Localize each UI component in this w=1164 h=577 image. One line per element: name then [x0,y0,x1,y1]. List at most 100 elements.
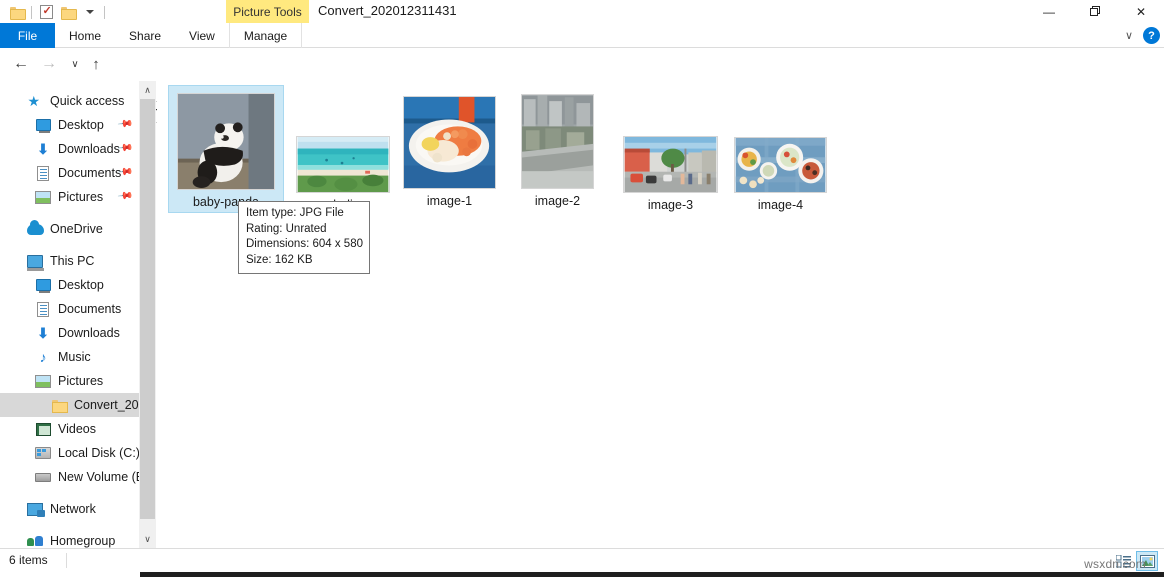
up-button[interactable]: ↑ [85,53,107,75]
image-2-thumbnail [521,94,594,189]
item-count-label: 6 items [9,553,48,567]
sidebar-item-desktop[interactable]: Desktop 📌 [0,113,139,137]
image-4-thumbnail [734,137,827,193]
sidebar-item-documents[interactable]: Documents 📌 [0,161,139,185]
qat-new-folder-button[interactable] [57,2,79,22]
ribbon-tab-bar: File Home Share View Manage ∨ ? [0,23,1164,48]
window-title: Convert_202012311431 [318,3,457,18]
sidebar-item-convert-folder[interactable]: Convert_20201 [0,393,139,417]
file-item-baby-panda[interactable]: baby-panda [168,85,284,213]
sidebar-item-homegroup[interactable]: Homegroup [0,529,139,548]
restore-button[interactable] [1072,0,1118,23]
download-icon: ⬇ [34,325,52,341]
minimize-button[interactable]: — [1026,0,1072,23]
scrollbar-thumb[interactable] [140,99,155,519]
tab-share[interactable]: Share [115,23,175,48]
file-item-image-2[interactable]: image-2 [513,85,602,211]
tooltip-line-size: Size: 162 KB [246,253,363,269]
sidebar-item-pc-videos[interactable]: Videos [0,417,139,441]
sidebar-item-pc-downloads[interactable]: ⬇ Downloads [0,321,139,345]
tooltip-line-dimensions: Dimensions: 604 x 580 [246,237,363,253]
tab-manage[interactable]: Manage [229,23,302,48]
sidebar-item-local-disk-c[interactable]: Local Disk (C:) [0,441,139,465]
file-name: image-3 [623,198,718,212]
new-folder-icon [61,6,76,18]
tab-home[interactable]: Home [55,23,115,48]
chevron-down-icon [86,10,94,14]
scroll-down-arrow-icon[interactable]: ∨ [139,530,156,548]
help-button[interactable]: ? [1143,27,1160,44]
network-icon [26,501,44,517]
close-button[interactable]: ✕ [1118,0,1164,23]
download-icon: ⬇ [34,141,52,157]
sidebar-item-pc-desktop[interactable]: Desktop [0,273,139,297]
title-bar: Picture Tools Convert_202012311431 — ✕ [0,0,1164,23]
sidebar-item-label: Quick access [50,94,124,108]
ribbon-tabs: File Home Share View Manage [0,23,302,48]
image-3-thumbnail [623,136,718,193]
document-icon [34,165,52,181]
tab-view[interactable]: View [175,23,229,48]
recent-locations-button[interactable]: ∨ [64,53,86,75]
sidebar-item-label: Downloads [58,326,120,340]
sidebar-item-label: Desktop [58,118,104,132]
thumbnail [734,93,827,193]
restore-icon [1090,6,1101,17]
music-icon: ♪ [34,349,52,365]
navigation-pane-scrollbar[interactable]: ∧ ∨ [139,81,156,548]
scroll-up-arrow-icon[interactable]: ∧ [139,81,156,99]
sidebar-item-downloads[interactable]: ⬇ Downloads 📌 [0,137,139,161]
qat-properties-button[interactable] [35,2,57,22]
properties-icon [40,5,53,19]
homegroup-icon [26,533,44,548]
sidebar-item-quick-access[interactable]: ★ Quick access [0,89,139,113]
thumbnail [623,93,718,193]
sidebar-item-label: Documents [58,166,121,180]
sidebar-item-label: Music [58,350,91,364]
pc-icon [26,253,44,269]
sidebar-item-this-pc[interactable]: This PC [0,249,139,273]
address-bar: ← → ∨ ↑ › This PC › Pictures › Convert_2… [0,48,1164,79]
expand-ribbon-chevron-icon[interactable]: ∨ [1125,29,1133,42]
sidebar-item-pc-pictures[interactable]: Pictures [0,369,139,393]
forward-button[interactable]: → [38,53,60,75]
ribbon-right-controls: ∨ ? [1125,23,1160,48]
sidebar-item-label: This PC [50,254,94,268]
sidebar-item-label: Downloads [58,142,120,156]
qat-folder-button[interactable] [6,2,28,22]
sidebar-item-pc-music[interactable]: ♪ Music [0,345,139,369]
thumbnail [177,90,275,190]
sidebar-item-network[interactable]: Network [0,497,139,521]
sidebar-item-label: Documents [58,302,121,316]
sidebar-item-label: Pictures [58,374,103,388]
back-button[interactable]: ← [10,53,32,75]
folder-icon [50,397,68,413]
sidebar-item-onedrive[interactable]: OneDrive [0,217,139,241]
folder-icon [10,6,25,18]
navigation-pane[interactable]: ★ Quick access Desktop 📌 ⬇ Downloads 📌 D… [0,81,139,548]
video-icon [34,421,52,437]
bali-thumbnail [296,136,390,193]
tab-file[interactable]: File [0,23,55,48]
file-info-tooltip: Item type: JPG File Rating: Unrated Dime… [238,201,370,274]
tooltip-line-rating: Rating: Unrated [246,222,363,238]
file-item-bali[interactable]: bali [288,89,398,215]
sidebar-item-pictures[interactable]: Pictures 📌 [0,185,139,209]
baby-panda-thumbnail [177,93,275,190]
quick-access-toolbar [6,2,108,22]
qat-divider-1 [31,6,32,19]
picture-icon [34,189,52,205]
sidebar-item-label: Pictures [58,190,103,204]
sidebar-item-new-volume-e[interactable]: New Volume (E:) [0,465,139,489]
file-item-image-1[interactable]: image-1 [395,85,504,211]
cloud-icon [26,221,44,237]
sidebar-item-label: Convert_20201 [74,398,139,412]
sidebar-item-pc-documents[interactable]: Documents [0,297,139,321]
file-list-view[interactable]: baby-panda bali [157,81,1164,548]
thumbnail [521,89,594,189]
qat-customize-button[interactable] [79,2,101,22]
drive-icon [34,469,52,485]
file-item-image-4[interactable]: image-4 [726,89,835,215]
taskbar-strip [0,572,1164,577]
file-item-image-3[interactable]: image-3 [615,89,726,215]
